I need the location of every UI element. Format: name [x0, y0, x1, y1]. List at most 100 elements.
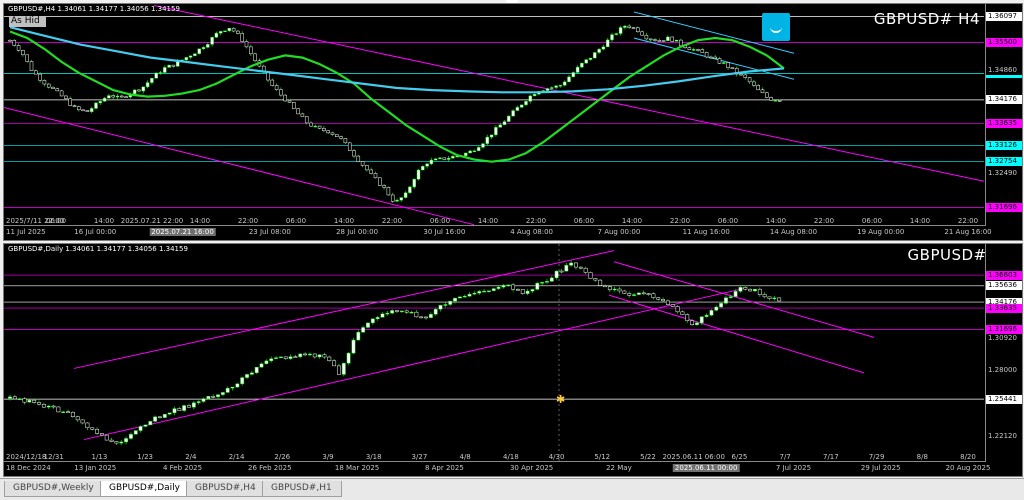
candle-body: [728, 296, 733, 298]
time-tick-label-upper: 4/30: [549, 453, 565, 461]
candle-body: [588, 57, 593, 60]
candle-body: [162, 413, 167, 418]
candle-body: [502, 121, 507, 126]
candle-body: [399, 310, 404, 313]
time-tick-label: 11 Jul 2025: [6, 228, 46, 236]
d1-time-axis[interactable]: 18 Dec 2024 13 Jan 2025 4 Feb 2025 26 Feb 2…: [4, 461, 990, 476]
candle-body: [12, 40, 17, 46]
candle-body: [249, 46, 253, 55]
candle-body: [476, 147, 481, 152]
candle-body: [312, 353, 317, 358]
expert-advisor-smiley-icon[interactable]: [762, 13, 790, 41]
candle-body: [748, 288, 753, 292]
time-tick-label-upper: 14:00: [478, 217, 498, 225]
candle-body: [738, 287, 743, 292]
time-tick-label: 2025.06.11 00:00: [672, 464, 740, 472]
candle-body: [42, 80, 47, 85]
candle-body: [726, 62, 730, 68]
candle-body: [322, 127, 326, 131]
candle-body: [670, 36, 674, 42]
candle-body: [571, 72, 576, 78]
candle-body: [612, 288, 617, 291]
time-tick-label-upper: 1/23: [137, 453, 153, 461]
candle-body: [583, 267, 588, 273]
candle-body: [22, 398, 27, 403]
candle-body: [743, 287, 748, 290]
tab-gbpusd-h1[interactable]: GBPUSD#,H1: [262, 481, 342, 497]
candle-body: [75, 416, 80, 421]
time-tick-label: 11 Aug 16:00: [682, 228, 730, 236]
candle-body: [486, 290, 491, 292]
candle-body: [511, 284, 516, 290]
candle-body: [408, 186, 412, 193]
candle-body: [433, 308, 438, 315]
tab-gbpusd-weekly[interactable]: GBPUSD#,Weekly: [4, 481, 104, 497]
candle-body: [298, 353, 303, 358]
candle-body: [704, 314, 709, 317]
d1-price-axis[interactable]: 1.36603 1.35636 1.34176 1.33635 1.31696 1.254…: [985, 244, 1022, 476]
candle-body: [558, 85, 563, 87]
candle-body: [385, 312, 390, 315]
h4-price-axis[interactable]: 1.360971.355001.347831.341761.336351.331…: [985, 4, 1022, 240]
candle-body: [253, 53, 257, 62]
price-tick-label: 1.34860: [986, 65, 1022, 75]
chart-pane-h4[interactable]: 2025/7/11 22:00 06:00 14:00 2025.07.21 22:0…: [3, 3, 1023, 241]
chart-pane-d1[interactable]: ✱ 2024/12/18 12/31 1/13 1/23 2/4 2/14 2/26 3/9 3/…: [3, 243, 1023, 477]
time-tick-label-upper: 22:00: [526, 217, 546, 225]
candle-body: [425, 163, 429, 167]
candle-body: [685, 314, 690, 321]
candle-body: [382, 185, 386, 188]
candle-body: [343, 138, 348, 144]
candle-body: [16, 45, 21, 51]
candle-body: [347, 142, 352, 151]
candle-body: [756, 85, 760, 91]
candle-body: [467, 294, 472, 297]
candle-body: [760, 89, 765, 94]
candle-body: [167, 64, 171, 68]
candle-body: [158, 72, 163, 74]
candle-body: [375, 317, 380, 320]
h4-hidden-tag[interactable]: As Hid: [9, 16, 46, 27]
candle-body: [489, 134, 494, 138]
time-tick-label-upper: 7/7: [780, 453, 791, 461]
crosshair-marker-icon: ✱: [556, 393, 565, 406]
d1-chart-canvas[interactable]: ✱ 2024/12/1812/31 1/13 1/23 2/4 2/14 2/26 3/9 3/…: [4, 244, 1022, 476]
candle-body: [80, 419, 85, 424]
candle-body: [296, 108, 300, 115]
candle-body: [25, 54, 29, 62]
h4-time-axis[interactable]: 11 Jul 2025 16 Jul 00:00 2025.07.21 16:00 2…: [4, 225, 992, 240]
candle-body: [283, 356, 288, 359]
candle-body: [46, 405, 51, 408]
candle-body: [167, 412, 172, 415]
candle-body: [337, 365, 341, 375]
candle-body: [370, 318, 375, 324]
h4-chart-canvas[interactable]: 2025/7/11 22:0006:00 14:00 2025.07.21 22:0…: [4, 4, 1022, 240]
candle-body: [443, 304, 448, 306]
time-tick-label-upper: 22:00: [958, 217, 978, 225]
candle-body: [360, 161, 365, 166]
candle-body: [378, 177, 382, 186]
price-level-label: 1.35636: [986, 281, 1022, 291]
time-tick-label-upper: 06:00: [574, 217, 594, 225]
candle-body: [373, 173, 378, 179]
candle-body: [627, 25, 631, 28]
price-level-label: 1.32754: [986, 157, 1022, 167]
candle-body: [216, 394, 220, 398]
time-tick-label-upper: 22:00: [670, 217, 690, 225]
candle-body: [428, 314, 433, 318]
candle-body: [143, 424, 148, 427]
candle-body: [777, 297, 782, 302]
candle-body: [719, 303, 724, 308]
time-tick-label-upper: 06:00: [46, 217, 66, 225]
candle-body: [562, 81, 567, 86]
price-level-label: 1.25441: [986, 394, 1022, 404]
tab-gbpusd-daily[interactable]: GBPUSD#,Daily: [100, 481, 190, 497]
candle-body: [448, 300, 453, 305]
tab-gbpusd-h4[interactable]: GBPUSD#,H4: [186, 481, 266, 497]
candle-body: [477, 291, 482, 294]
candle-body: [188, 55, 193, 58]
time-tick-label-upper: 14:00: [622, 217, 642, 225]
candle-body: [631, 27, 636, 29]
candle-body: [225, 387, 230, 393]
candle-body: [148, 421, 153, 426]
